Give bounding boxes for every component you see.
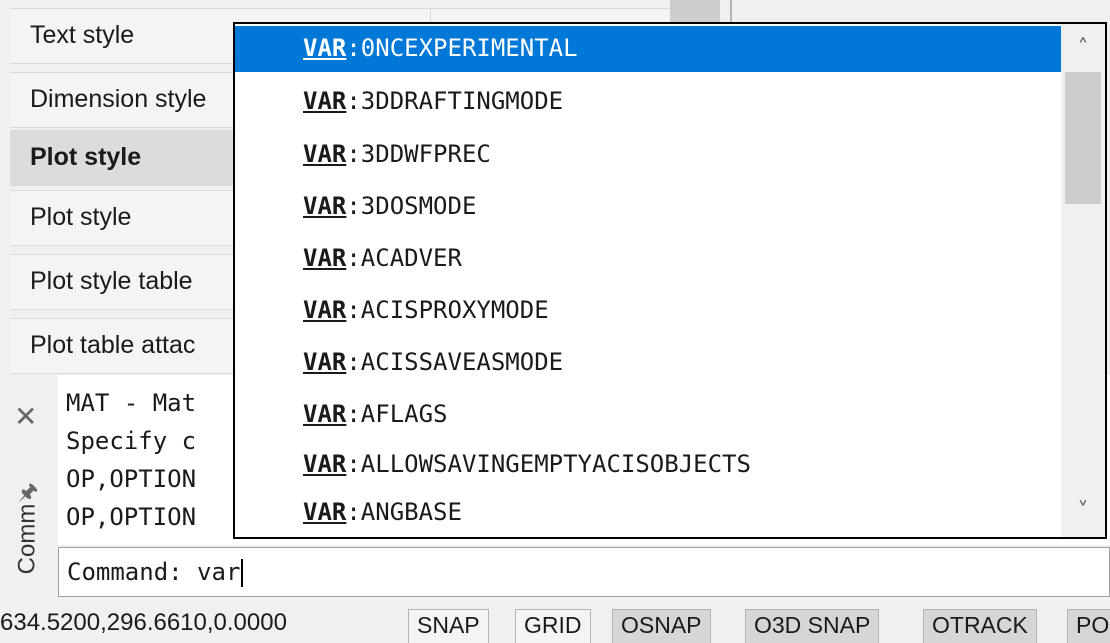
variable-name: :0NCEXPERIMENTAL bbox=[346, 34, 578, 62]
autocomplete-item-label: VAR:ANGBASE bbox=[303, 498, 462, 526]
match-prefix: VAR bbox=[303, 140, 347, 168]
match-prefix: VAR bbox=[303, 348, 347, 376]
autocomplete-item-label: VAR:ACISPROXYMODE bbox=[303, 296, 549, 324]
command-input-value: var bbox=[197, 558, 241, 586]
autocomplete-item-label: VAR:0NCEXPERIMENTAL bbox=[303, 34, 578, 62]
command-input-text: Command: var bbox=[67, 558, 244, 587]
variable-name: :ACISSAVEASMODE bbox=[346, 348, 564, 376]
property-name: Dimension style bbox=[30, 85, 207, 113]
variable-name: :ANGBASE bbox=[346, 498, 462, 526]
scrollbar-thumb[interactable] bbox=[1065, 72, 1101, 204]
property-name: Text style bbox=[30, 21, 135, 49]
command-window-gutter: ✕ 🖈 Comm bbox=[0, 375, 55, 597]
autocomplete-item-label: VAR:3DDRAFTINGMODE bbox=[303, 87, 563, 115]
property-name: Plot style table bbox=[30, 267, 193, 295]
grid-toggle[interactable]: GRID bbox=[515, 609, 591, 643]
autocomplete-item[interactable]: VAR:3DDRAFTINGMODE bbox=[235, 79, 1063, 125]
close-icon[interactable]: ✕ bbox=[14, 403, 37, 431]
autocomplete-item-label: VAR:AFLAGS bbox=[303, 400, 448, 428]
autocomplete-item[interactable]: VAR:3DDWFPREC bbox=[235, 132, 1063, 178]
text-caret bbox=[241, 559, 244, 587]
match-prefix: VAR bbox=[303, 192, 347, 220]
history-line: OP,OPTION bbox=[66, 503, 197, 531]
autocomplete-item-label: VAR:ACISSAVEASMODE bbox=[303, 348, 563, 376]
match-prefix: VAR bbox=[303, 450, 347, 478]
autocomplete-item[interactable]: VAR:ALLOWSAVINGEMPTYACISOBJECTS bbox=[235, 442, 1063, 488]
property-category-name: Plot style bbox=[30, 143, 142, 171]
property-name: Plot table attac bbox=[30, 331, 196, 359]
chevron-up-icon[interactable]: ˄ bbox=[1061, 26, 1105, 72]
variable-name: :ALLOWSAVINGEMPTYACISOBJECTS bbox=[346, 450, 751, 478]
match-prefix: VAR bbox=[303, 400, 347, 428]
match-prefix: VAR bbox=[303, 34, 347, 62]
autocomplete-item[interactable]: VAR:0NCEXPERIMENTAL bbox=[235, 26, 1063, 72]
autocomplete-scrollbar[interactable]: ˄ ˅ bbox=[1061, 24, 1105, 537]
variable-name: :3DOSMODE bbox=[346, 192, 477, 220]
autocomplete-item[interactable]: VAR:AFLAGS bbox=[235, 392, 1063, 438]
autocomplete-item[interactable]: VAR:3DOSMODE bbox=[235, 184, 1063, 230]
status-bar: 634.5200,296.6610,0.0000 SNAP GRID OSNAP… bbox=[0, 597, 1110, 643]
autocomplete-item-label: VAR:3DDWFPREC bbox=[303, 140, 491, 168]
snap-toggle[interactable]: SNAP bbox=[408, 609, 489, 643]
autocomplete-item[interactable]: VAR:ACADVER bbox=[235, 236, 1063, 282]
match-prefix: VAR bbox=[303, 244, 347, 272]
history-line: Specify c bbox=[66, 427, 197, 455]
autocomplete-item-label: VAR:3DOSMODE bbox=[303, 192, 476, 220]
otrack-toggle[interactable]: OTRACK bbox=[923, 609, 1037, 643]
history-line: OP,OPTION bbox=[66, 465, 197, 493]
autocomplete-item-label: VAR:ALLOWSAVINGEMPTYACISOBJECTS bbox=[303, 450, 751, 478]
match-prefix: VAR bbox=[303, 498, 347, 526]
command-window-title: Comm bbox=[13, 503, 41, 575]
variable-name: :3DDRAFTINGMODE bbox=[346, 87, 564, 115]
coordinates-readout: 634.5200,296.6610,0.0000 bbox=[0, 609, 287, 636]
chevron-down-icon[interactable]: ˅ bbox=[1061, 489, 1105, 535]
autocomplete-list: VAR:0NCEXPERIMENTAL VAR:3DDRAFTINGMODE V… bbox=[233, 22, 1107, 539]
autocomplete-item[interactable]: VAR:ACISSAVEASMODE bbox=[235, 340, 1063, 386]
osnap-toggle[interactable]: OSNAP bbox=[612, 609, 711, 643]
o3d-snap-toggle[interactable]: O3D SNAP bbox=[745, 609, 880, 643]
command-prompt: Command: bbox=[67, 558, 198, 586]
variable-name: :3DDWFPREC bbox=[346, 140, 491, 168]
autocomplete-item[interactable]: VAR:ACISPROXYMODE bbox=[235, 288, 1063, 334]
autocomplete-item[interactable]: VAR:ANGBASE bbox=[235, 490, 1063, 536]
history-line: MAT - Mat bbox=[66, 389, 197, 417]
property-name: Plot style bbox=[30, 203, 132, 231]
variable-name: :ACADVER bbox=[346, 244, 462, 272]
autocomplete-item-label: VAR:ACADVER bbox=[303, 244, 462, 272]
variable-name: :AFLAGS bbox=[346, 400, 448, 428]
command-input[interactable]: Command: var bbox=[58, 547, 1110, 597]
match-prefix: VAR bbox=[303, 87, 347, 115]
variable-name: :ACISPROXYMODE bbox=[346, 296, 549, 324]
polar-toggle[interactable]: PO bbox=[1067, 609, 1110, 643]
match-prefix: VAR bbox=[303, 296, 347, 324]
